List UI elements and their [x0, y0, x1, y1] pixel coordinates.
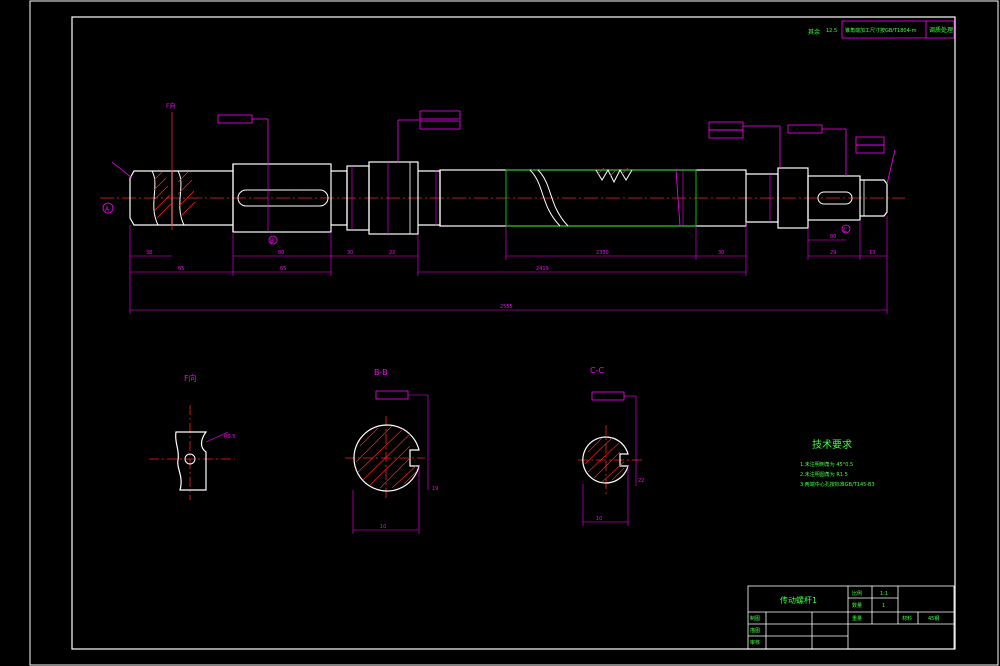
dim-seg-9: 29 — [830, 250, 836, 256]
designer-label: 制图 — [750, 615, 760, 622]
note-inspection: 调质处理 — [929, 26, 953, 34]
dim-seg-10: 13 — [869, 250, 875, 256]
b-depth: 19 — [432, 486, 438, 492]
tech-title: 技术要求 — [812, 438, 852, 451]
tech-item-1: 1.未注明倒角为 45°0.5 — [800, 461, 853, 468]
scale-label: 比例 — [852, 590, 862, 597]
dim-overall: 2555 — [500, 304, 513, 310]
section-b-mark: B — [270, 238, 274, 245]
dim-seg-6: 2330 — [596, 250, 609, 256]
part-name: 传动螺杆1 — [780, 595, 817, 605]
dim-seg-4: 30 — [347, 250, 353, 256]
weight-label: 重量 — [852, 615, 862, 622]
qty-label: 数量 — [852, 602, 862, 609]
dim-sum-2: 65 — [280, 266, 286, 272]
background — [0, 0, 1000, 666]
tech-item-3: 3.两端中心孔按标准GB/T145-B3 — [800, 481, 875, 488]
dim-seg-5: 22 — [389, 250, 395, 256]
dim-seg-8: 80 — [830, 234, 836, 240]
c-width: 10 — [596, 516, 602, 522]
note-requirement: 锥角端加工尺寸按GB/T1804-m — [845, 27, 917, 34]
scale-value: 1:1 — [880, 591, 888, 597]
section-c-mark: C — [843, 227, 847, 234]
c-depth: 22 — [638, 478, 644, 484]
checker-label: 描图 — [750, 627, 760, 634]
qty-value: 1 — [882, 603, 885, 609]
f-view-title: F向 — [184, 373, 197, 383]
dim-sum-3: 2419 — [536, 266, 549, 272]
b-view-title: B-B — [374, 368, 388, 377]
roughness-label: 其余 — [808, 28, 820, 36]
dim-sum-1: 65 — [178, 266, 184, 272]
material-value: 45钢 — [928, 615, 939, 622]
reviewer-label: 审核 — [750, 639, 760, 646]
f-angle: R0.5 — [224, 434, 235, 440]
b-width: 10 — [380, 524, 386, 530]
drawing-canvas: 其余 12.5 锥角端加工尺寸按GB/T1804-m 调质处理 F向 A B C… — [0, 0, 1000, 666]
f-view-mark: F向 — [166, 102, 175, 110]
dim-seg-1: 38 — [146, 250, 152, 256]
dim-seg-7: 30 — [718, 250, 724, 256]
tech-item-2: 2.未注明圆角为 R1.5 — [800, 471, 848, 478]
roughness-value: 12.5 — [826, 28, 837, 34]
dim-seg-3: 80 — [278, 250, 284, 256]
c-view-title: C-C — [590, 366, 604, 375]
material-label: 材料 — [902, 615, 912, 622]
